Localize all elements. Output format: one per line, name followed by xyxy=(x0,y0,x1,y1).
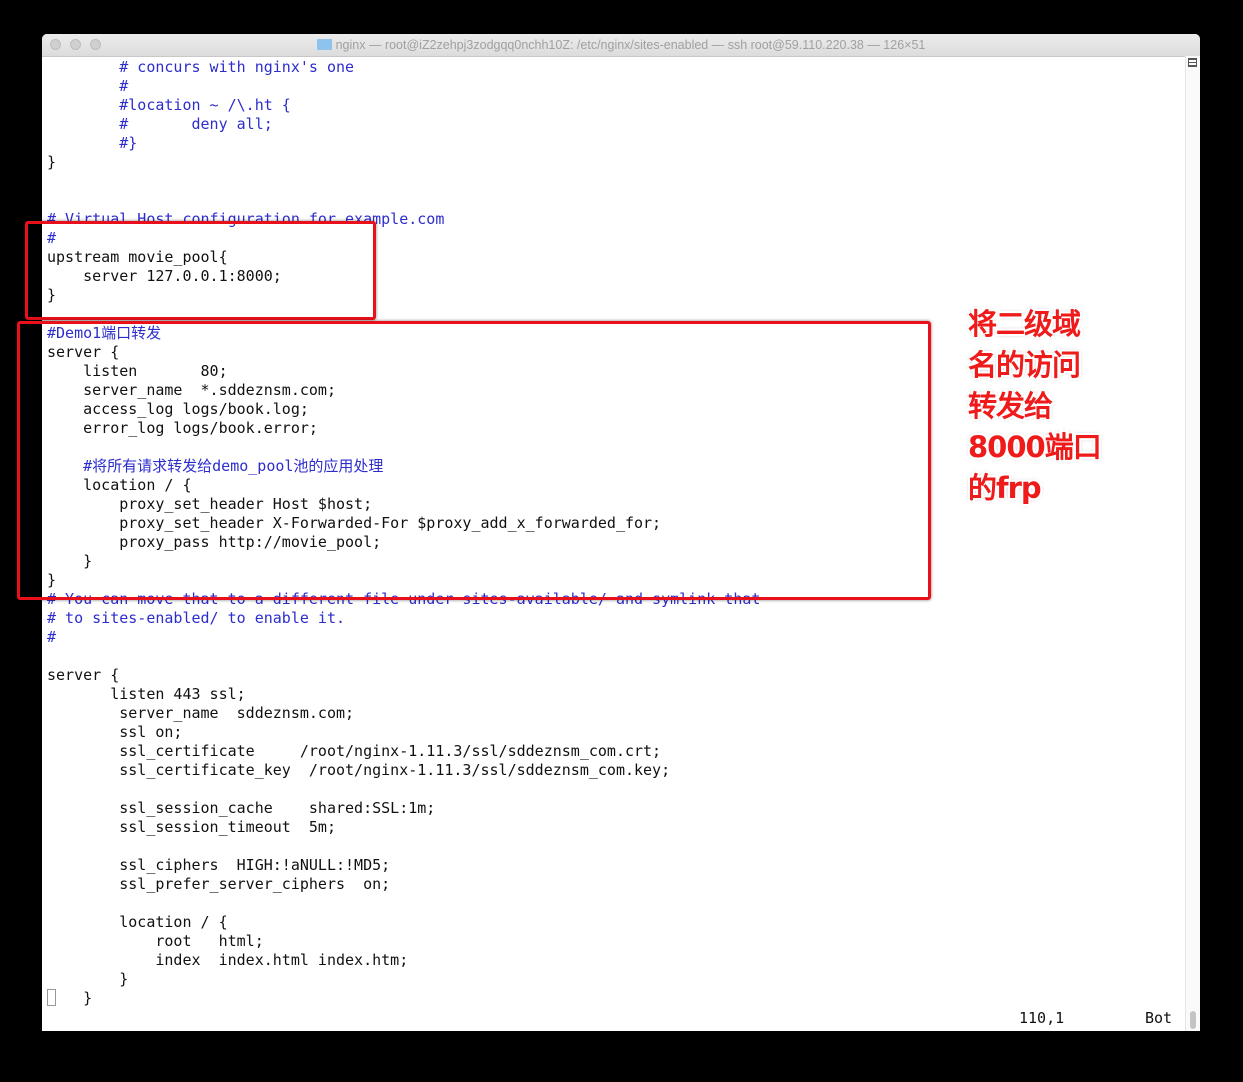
code-line: ssl_session_timeout 5m; xyxy=(47,818,336,836)
code-line: # to sites-enabled/ to enable it. xyxy=(47,609,346,627)
code-line: ssl_prefer_server_ciphers on; xyxy=(47,875,391,893)
code-line: } xyxy=(47,970,129,988)
code-line: location / { xyxy=(47,913,228,931)
code-line: # deny all; xyxy=(47,115,273,133)
highlight-box-upstream xyxy=(25,221,376,320)
scrollbar[interactable] xyxy=(1185,56,1200,1031)
code-line: ssl_certificate_key /root/nginx-1.11.3/s… xyxy=(47,761,671,779)
code-line: index index.html index.htm; xyxy=(47,951,409,969)
code-line: #} xyxy=(47,134,138,152)
code-line: ssl_session_cache shared:SSL:1m; xyxy=(47,799,436,817)
folder-icon xyxy=(316,39,332,50)
highlight-box-server xyxy=(17,321,931,600)
code-line: listen 443 ssl; xyxy=(47,685,246,703)
code-line: } xyxy=(47,153,57,171)
code-line: # concurs with nginx's one xyxy=(47,58,355,76)
code-line: ssl_certificate /root/nginx-1.11.3/ssl/s… xyxy=(47,742,662,760)
window-title-text: nginx — root@iZ2zehpj3zodgqq0nchh10Z: /e… xyxy=(335,38,926,52)
code-line: ssl on; xyxy=(47,723,183,741)
cursor-position: 110,1 xyxy=(1019,1009,1065,1027)
title-bar: nginx — root@iZ2zehpj3zodgqq0nchh10Z: /e… xyxy=(42,34,1200,57)
code-line: # xyxy=(47,77,129,95)
scrollbar-thumb[interactable] xyxy=(1190,1011,1196,1029)
annotation-note: 将二级域 名的访问 转发给 8000端口 的frp xyxy=(968,307,1102,505)
scroll-position: Bot xyxy=(1145,1009,1173,1027)
code-line: #location ~ /\.ht { xyxy=(47,96,291,114)
code-line: server_name sddeznsm.com; xyxy=(47,704,355,722)
code-line: server { xyxy=(47,666,120,684)
code-line: root html; xyxy=(47,932,264,950)
window-title: nginx — root@iZ2zehpj3zodgqq0nchh10Z: /e… xyxy=(42,38,1200,52)
code-line: # xyxy=(47,628,57,646)
text-cursor xyxy=(47,989,56,1006)
code-line: ssl_ciphers HIGH:!aNULL:!MD5; xyxy=(47,856,391,874)
split-pane-icon[interactable] xyxy=(1188,58,1197,67)
